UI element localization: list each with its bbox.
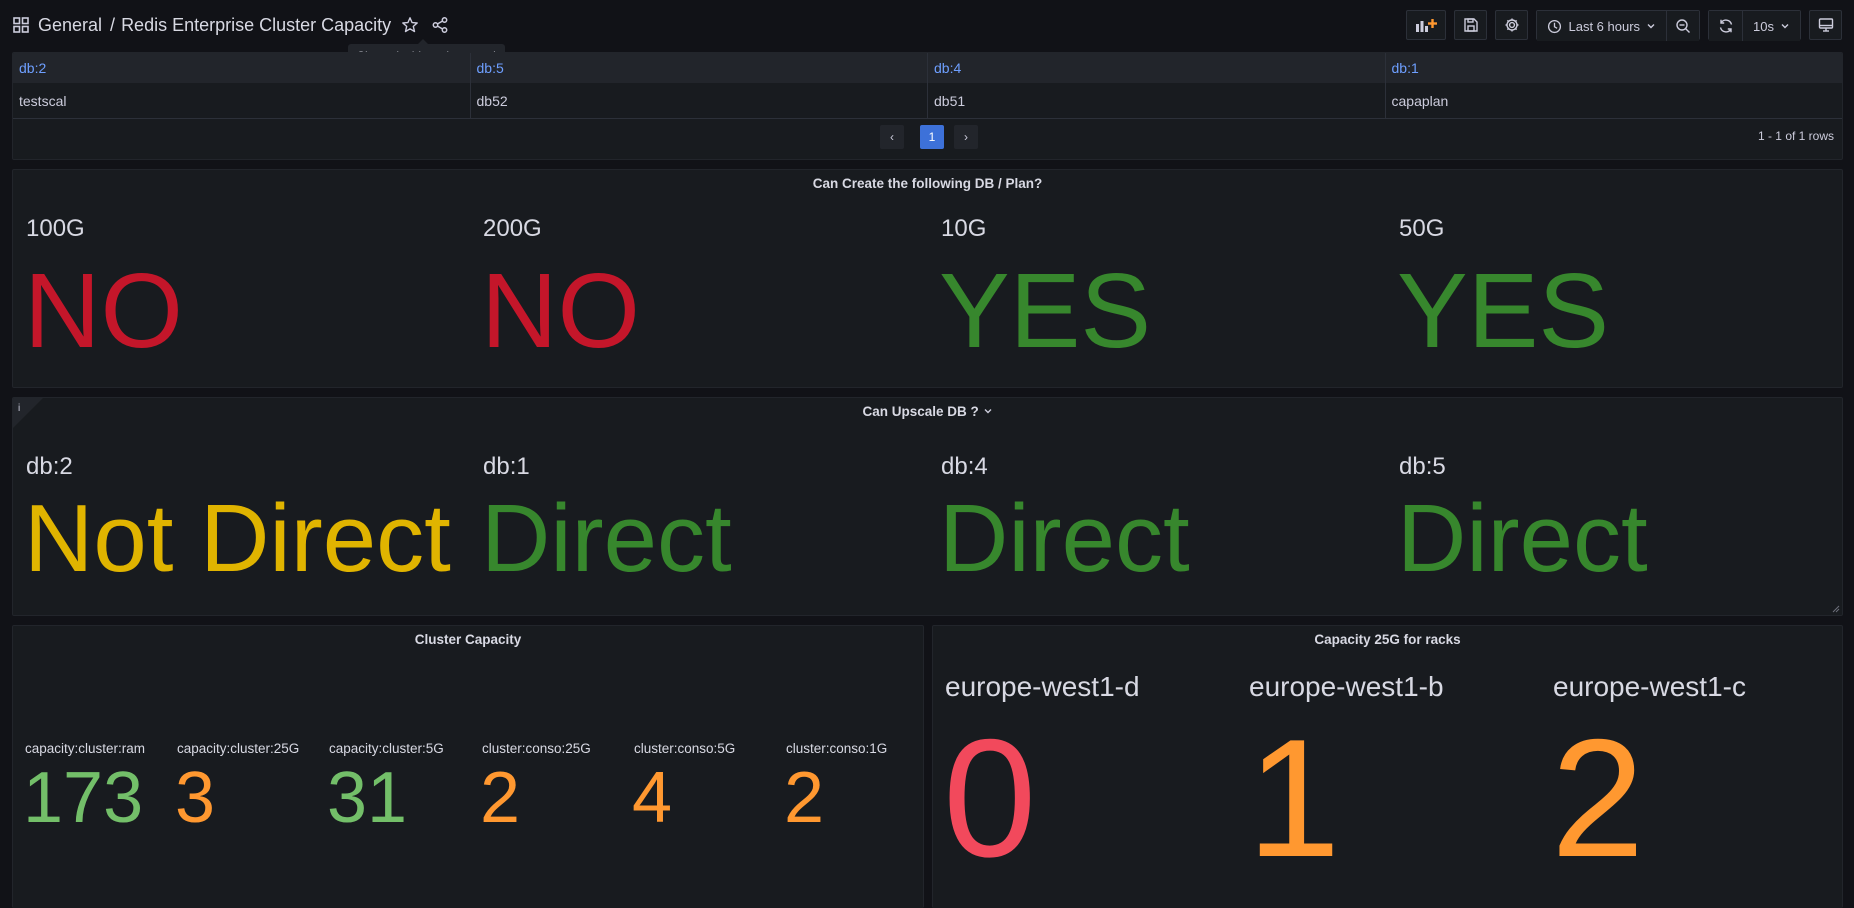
stat-value: 31 [327,758,408,838]
table-column-header[interactable]: db:1 [1386,53,1843,83]
db-table-panel: db:2 db:5 db:4 db:1 testscal db52 db51 c… [12,52,1843,160]
stat-value: Not Direct [24,485,451,592]
refresh-interval-picker[interactable]: 10s [1742,11,1800,41]
chevron-down-icon [1781,24,1789,29]
stat-label: capacity:cluster:5G [329,741,444,756]
stat-value: 1 [1247,704,1341,892]
cluster-capacity-panel: Cluster Capacity capacity:cluster:ram 17… [12,625,924,908]
stat-label: db:4 [941,453,988,480]
tv-mode-button[interactable] [1809,10,1842,40]
stat-label: capacity:cluster:ram [25,741,146,756]
stat-value: Direct [939,485,1190,592]
time-range-group: Last 6 hours [1536,10,1701,41]
refresh-button[interactable] [1709,11,1743,41]
time-range-picker[interactable]: Last 6 hours [1537,11,1667,41]
stat-value: 2 [1551,704,1645,892]
stat-label: europe-west1-b [1249,671,1444,702]
grid-apps-icon[interactable] [12,16,30,34]
page-1-button[interactable]: 1 [920,125,944,149]
chevron-down-icon [984,409,992,414]
stat-value: 2 [480,758,521,838]
stat-label: 10G [941,215,987,242]
stat-label: 100G [26,215,85,242]
can-upscale-panel: i Can Upscale DB ? db:2 Not Direct db:1 … [12,397,1843,616]
stat-label: cluster:conso:5G [634,741,736,756]
stat-label: capacity:cluster:25G [177,741,300,756]
stat-value: Direct [1397,485,1648,592]
add-panel-button[interactable] [1406,10,1447,40]
chevron-down-icon [1647,24,1655,29]
panel-title[interactable]: Capacity 25G for racks [933,632,1842,647]
stat-label: db:5 [1399,453,1446,480]
stat-value: YES [1397,252,1610,370]
stat-value: 3 [175,758,216,838]
table-cell: db51 [928,83,1386,118]
row-count: 1 - 1 of 1 rows [1757,129,1834,143]
share-icon[interactable] [431,16,449,34]
stat-label: db:1 [483,453,530,480]
star-icon[interactable] [401,16,419,34]
stat-value: 2 [784,758,825,838]
gear-icon [1505,18,1519,32]
zoom-out-button[interactable] [1666,11,1700,41]
stat-label: cluster:conso:25G [482,741,591,756]
panel-title[interactable]: Cluster Capacity [13,632,923,647]
time-range-label: Last 6 hours [1568,18,1641,34]
dashboard-title[interactable]: Redis Enterprise Cluster Capacity [121,15,391,36]
breadcrumb-separator: / [110,14,116,35]
stat-label: europe-west1-d [945,671,1140,702]
table-column-header[interactable]: db:5 [471,53,928,83]
table-column-header[interactable]: db:2 [13,53,471,83]
toolbar: Last 6 hours 10s [1406,10,1842,41]
panel-title[interactable]: Can Create the following DB / Plan? [13,176,1842,191]
stat-value: 4 [632,758,673,838]
refresh-group: 10s [1708,10,1801,41]
stat-label: europe-west1-c [1553,671,1746,702]
stat-label: 50G [1399,215,1445,242]
capacity-racks-panel: Capacity 25G for racks europe-west1-d 0 … [932,625,1843,908]
save-dashboard-button[interactable] [1454,10,1488,40]
stat-label: db:2 [26,453,73,480]
panel-title: Can Upscale DB ? [862,404,979,419]
save-icon [1464,18,1478,32]
prev-page-button[interactable]: ‹ [880,125,904,149]
stat-value: Direct [481,485,732,592]
resize-handle-icon[interactable] [1832,605,1840,613]
stat-value: YES [939,252,1152,370]
table-column-header[interactable]: db:4 [928,53,1386,83]
stat-value: 173 [23,758,144,838]
panel-title-row[interactable]: Can Upscale DB ? [13,404,1842,419]
table-row: testscal db52 db51 capaplan [13,83,1842,119]
dashboard-settings-button[interactable] [1495,10,1529,40]
table-header-row: db:2 db:5 db:4 db:1 [13,53,1842,83]
stat-label: 200G [483,215,542,242]
table-pagination: ‹ 1 › 1 - 1 of 1 rows [13,123,1842,151]
table-cell: capaplan [1391,92,1449,109]
top-nav-bar: General / Redis Enterprise Cluster Capac… [0,0,1854,68]
breadcrumb-folder[interactable]: General [38,15,102,36]
stat-value: NO [24,252,183,370]
can-create-panel: Can Create the following DB / Plan? 100G… [12,169,1843,388]
stat-label: cluster:conso:1G [786,741,888,756]
breadcrumb: General / Redis Enterprise Cluster Capac… [12,12,449,38]
refresh-icon [1719,19,1732,33]
clock-icon [1548,19,1562,33]
add-panel-icon [1416,19,1438,32]
stat-value: 0 [943,704,1037,892]
next-page-button[interactable]: › [954,125,978,149]
table-cell: db52 [471,83,928,118]
zoom-out-icon [1676,19,1691,33]
stat-value: NO [481,252,640,370]
table-cell: testscal [13,83,471,118]
refresh-interval-label: 10s [1753,18,1774,34]
monitor-icon [1818,18,1833,32]
